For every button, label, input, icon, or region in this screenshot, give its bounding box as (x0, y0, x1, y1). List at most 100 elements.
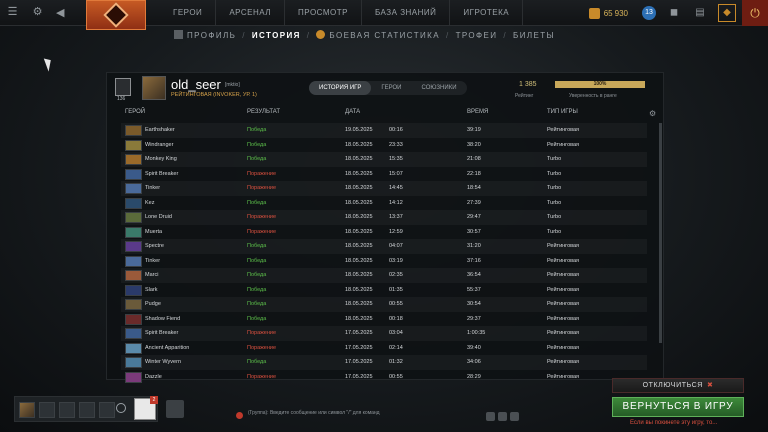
table-row[interactable]: Kez Победа 18.05.2025 14:12 27:39 Turbo (121, 196, 647, 211)
table-row[interactable]: Earthshaker Победа 19.05.2025 00:16 39:19 Рей… (121, 123, 647, 138)
cell-result: Победа (247, 257, 267, 264)
cell-time: 15:35 (389, 156, 403, 162)
table-row[interactable]: Winter Wyvern Победа 17.05.2025 01:32 34:06 Р… (121, 355, 647, 370)
player-name: old_seer (171, 77, 221, 92)
header-duration[interactable]: ВРЕМЯ (467, 109, 488, 115)
cell-time: 01:35 (389, 286, 403, 293)
cell-hero: Dazzle (145, 373, 162, 380)
cell-game-type: Рейтинговая (547, 373, 580, 380)
table-row[interactable]: Tinker Победа 18.05.2025 03:19 37:16 Рейтинго… (121, 254, 647, 269)
cell-time: 00:18 (389, 315, 403, 322)
player-rank-text: РЕЙТИНГОВАЯ (INVOKER, УР. 1) (171, 92, 257, 98)
help-icon[interactable] (510, 412, 519, 421)
table-row[interactable]: Spirit Breaker Поражение 17.05.2025 03:04 1:… (121, 326, 647, 341)
cell-result: Победа (247, 359, 267, 365)
settings-icon[interactable]: ⚙ (31, 6, 44, 19)
cell-date: 18.05.2025 (345, 156, 373, 162)
table-row[interactable]: Spirit Breaker Поражение 18.05.2025 15:07 22… (121, 167, 647, 182)
match-history-panel: 136 old_seer [mktio] РЕЙТИНГОВАЯ (INVOKE… (106, 72, 664, 383)
subnav-profile-label: ПРОФИЛЬ (187, 31, 237, 40)
table-row[interactable]: Monkey King Победа 18.05.2025 15:35 21:08 Tur… (121, 152, 647, 167)
power-icon[interactable]: ⏻ (742, 0, 768, 26)
cell-date: 17.05.2025 (345, 344, 373, 351)
cell-duration: 55:37 (467, 286, 481, 293)
emoji-icon[interactable] (486, 412, 495, 421)
hero-portrait-icon (125, 139, 142, 151)
hero-portrait-icon (125, 183, 142, 194)
subnav-profile[interactable]: ПРОФИЛЬ (168, 30, 242, 40)
profile-header: 136 old_seer [mktio] РЕЙТИНГОВАЯ (INVOKE… (107, 73, 663, 103)
table-row[interactable]: Marci Победа 18.05.2025 02:35 36:54 Рейтингов… (121, 268, 647, 283)
party-slot[interactable] (39, 402, 55, 418)
party-settings-icon[interactable] (116, 403, 126, 413)
cell-result: Победа (247, 141, 267, 148)
table-row[interactable]: Tinker Поражение 18.05.2025 14:45 18:54 Turbo (121, 181, 647, 196)
cell-duration: 1:00:35 (467, 330, 486, 336)
header-result[interactable]: РЕЗУЛЬТАТ (247, 109, 280, 115)
nav-learn[interactable]: БАЗА ЗНАНИЙ (362, 0, 451, 26)
chat-input[interactable]: (Группа): Введите сообщение или символ "… (248, 410, 380, 416)
hero-portrait-icon (125, 241, 142, 252)
cell-hero: Spectre (145, 243, 164, 249)
dota-logo-button[interactable] (86, 0, 146, 30)
cell-time: 01:32 (389, 359, 403, 365)
party-slot[interactable] (59, 402, 75, 418)
return-hint: Если вы покинете эту игру, то... (630, 420, 718, 426)
chat-filter-icon[interactable] (498, 412, 507, 421)
party-slot-self[interactable] (19, 402, 35, 418)
nav-heroes[interactable]: ГЕРОИ (160, 0, 217, 26)
hero-portrait-icon (125, 125, 142, 136)
header-game-type[interactable]: ТИП ИГРЫ (547, 109, 578, 115)
cell-duration: 36:54 (467, 272, 481, 278)
cell-hero: Spirit Breaker (145, 330, 179, 336)
subnav-battle-stats[interactable]: БОЕВАЯ СТАТИСТИКА (310, 30, 446, 40)
table-row[interactable]: Windranger Победа 18.05.2025 23:33 38:20 Рейт… (121, 138, 647, 153)
table-row[interactable]: Dazzle Поражение 17.05.2025 00:55 28:29 Рейти… (121, 370, 647, 385)
menu-icon[interactable]: ☰ (6, 6, 19, 19)
cell-hero: Winter Wyvern (145, 359, 182, 365)
cell-date: 17.05.2025 (345, 330, 373, 336)
header-hero[interactable]: ГЕРОЙ (125, 109, 145, 115)
subnav-history[interactable]: ИСТОРИЯ (246, 31, 307, 40)
cell-hero: Spirit Breaker (145, 170, 179, 177)
tab-heroes[interactable]: ГЕРОИ (371, 81, 411, 95)
subnav-tickets[interactable]: БИЛЕТЫ (507, 31, 561, 40)
profile-icon[interactable]: ◆ (718, 4, 736, 22)
subnav-trophies[interactable]: ТРОФЕИ (450, 31, 504, 40)
back-icon[interactable]: ◀ (56, 6, 70, 20)
table-row[interactable]: Pudge Победа 18.05.2025 00:55 30:54 Рейтингов… (121, 297, 647, 312)
party-slot[interactable] (99, 402, 115, 418)
header-date[interactable]: ДАТА (345, 109, 360, 115)
party-slot[interactable] (79, 402, 95, 418)
rating-label: Рейтинг (515, 93, 534, 99)
nav-watch[interactable]: ПРОСМОТР (285, 0, 362, 26)
return-to-game-button[interactable]: ВЕРНУТЬСЯ В ИГРУ (612, 397, 744, 417)
scrollbar[interactable] (659, 123, 662, 343)
cell-time: 04:07 (389, 243, 403, 249)
level-badge[interactable]: 13 (642, 6, 656, 20)
cell-game-type: Рейтинговая (547, 315, 580, 322)
cell-hero: Pudge (145, 301, 161, 307)
tab-allies[interactable]: СОЮЗНИКИ (412, 81, 467, 95)
tab-match-history[interactable]: ИСТОРИЯ ИГР (309, 81, 372, 95)
table-row[interactable]: Muerta Поражение 18.05.2025 12:59 30:57 Turbo (121, 225, 647, 240)
cell-result: Поражение (247, 330, 277, 336)
table-row[interactable]: Shadow Fiend Победа 18.05.2025 00:18 29:37 Ре… (121, 312, 647, 327)
table-row[interactable]: Ancient Apparition Поражение 17.05.2025 02:… (121, 341, 647, 356)
avatar[interactable] (142, 76, 166, 100)
nav-armory[interactable]: АРСЕНАЛ (216, 0, 286, 26)
table-row[interactable]: Spectre Победа 18.05.2025 04:07 31:20 Рейтинг… (121, 239, 647, 254)
store-icon[interactable]: ▤ (692, 5, 708, 21)
cell-time: 00:16 (389, 127, 403, 133)
table-row[interactable]: Lone Druid Поражение 18.05.2025 13:37 29:47 T… (121, 210, 647, 225)
friends-icon[interactable]: ◼ (666, 5, 682, 21)
disconnect-button[interactable]: ОТКЛЮЧИТЬСЯ ✖ (612, 378, 744, 393)
mouse-cursor-icon (43, 56, 55, 72)
cell-duration: 39:40 (467, 344, 481, 351)
chat-channels-icon[interactable] (166, 400, 184, 418)
cell-duration: 22:18 (467, 170, 481, 177)
table-row[interactable]: Slark Победа 18.05.2025 01:35 55:37 Рейтингов… (121, 283, 647, 298)
currency-2: 930 (614, 8, 628, 18)
nav-arcade[interactable]: ИГРОТЕКА (450, 0, 524, 26)
cell-time: 15:07 (389, 170, 403, 177)
